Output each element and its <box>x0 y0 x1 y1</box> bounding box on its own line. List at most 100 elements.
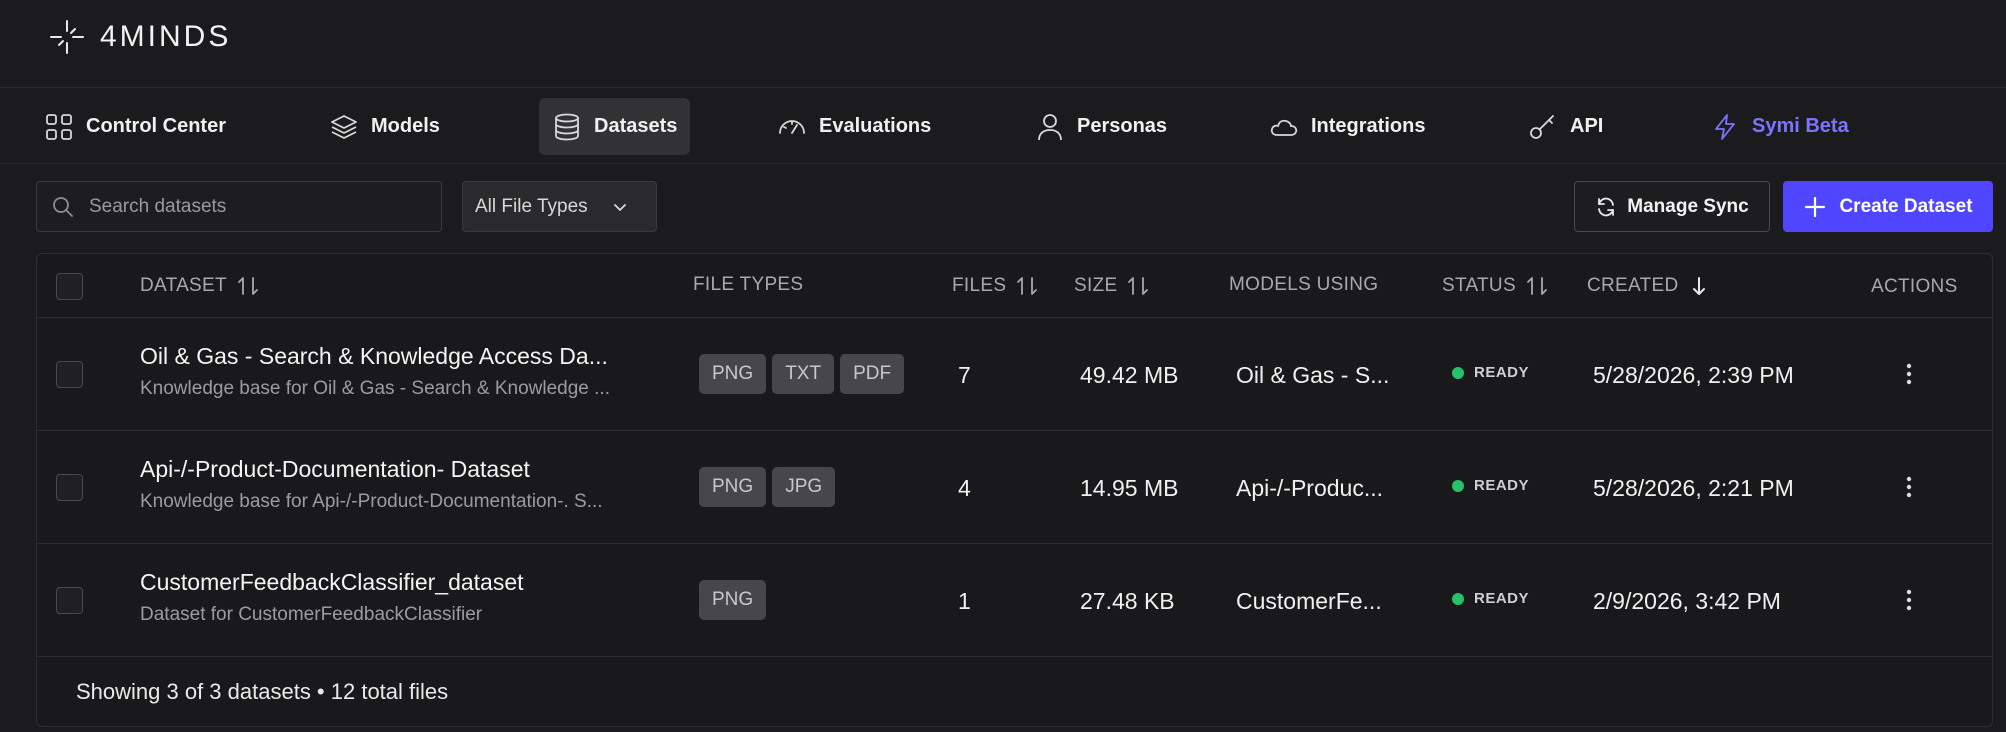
row-checkbox[interactable] <box>56 587 83 614</box>
file-type-tag: PNG <box>699 467 767 507</box>
dataset-name[interactable]: Oil & Gas - Search & Knowledge Access Da… <box>140 343 608 370</box>
nav-personas[interactable]: Personas <box>1022 98 1180 155</box>
header-label: MODELS USING <box>1229 274 1379 295</box>
nav-api[interactable]: API <box>1515 98 1616 155</box>
file-count: 1 <box>958 588 971 614</box>
sort-desc-icon <box>1693 277 1706 295</box>
layers-icon <box>331 114 357 139</box>
dataset-size: 27.48 KB <box>1080 588 1175 614</box>
file-type-filter[interactable]: All File Types <box>462 181 657 232</box>
status-text: READY <box>1474 590 1530 607</box>
file-type-tag: PNG <box>699 580 767 620</box>
logo[interactable]: 4MINDS <box>48 18 231 56</box>
dataset-name[interactable]: Api-/-Product-Documentation- Dataset <box>140 456 530 483</box>
table-footer-summary: Showing 3 of 3 datasets • 12 total files <box>76 679 449 704</box>
create-dataset-label: Create Dataset <box>1839 195 1973 217</box>
user-icon <box>1038 113 1062 140</box>
created-date: 5/28/2026, 2:39 PM <box>1593 362 1794 388</box>
header-label: FILE TYPES <box>693 274 804 295</box>
header-models-using: MODELS USING <box>1229 274 1378 296</box>
file-type-tag: TXT <box>772 354 835 394</box>
nav-label: Evaluations <box>819 115 932 137</box>
models-using: Oil & Gas - S... <box>1236 362 1390 388</box>
key-icon <box>1530 114 1554 139</box>
manage-sync-button[interactable]: Manage Sync <box>1574 181 1770 232</box>
file-count: 4 <box>958 475 971 501</box>
status-text: READY <box>1474 477 1530 494</box>
dataset-description: Dataset for CustomerFeedbackClassifier <box>140 604 483 625</box>
models-using: CustomerFe... <box>1236 588 1382 614</box>
table-row[interactable]: Oil & Gas - Search & Knowledge Access Da… <box>37 318 1992 431</box>
header-label: STATUS <box>1442 275 1516 296</box>
file-count: 7 <box>958 362 971 388</box>
more-vertical-icon[interactable] <box>1902 473 1916 501</box>
search-input[interactable] <box>89 195 409 218</box>
manage-sync-label: Manage Sync <box>1627 195 1749 217</box>
refresh-icon <box>1598 197 1615 216</box>
more-vertical-icon[interactable] <box>1902 586 1916 614</box>
top-bar: 4MINDS <box>0 0 2006 88</box>
header-actions: ACTIONS <box>1871 276 1958 298</box>
status-badge: READY <box>1452 364 1529 381</box>
search-icon <box>53 196 73 217</box>
search-box[interactable] <box>36 181 442 232</box>
header-label: CREATED <box>1587 275 1679 296</box>
nav-label: Control Center <box>86 115 226 137</box>
header-files[interactable]: FILES <box>952 274 1040 298</box>
header-file-types: FILE TYPES <box>693 274 803 296</box>
table-header: DATASET FILE TYPES FILES SIZE MODELS USI… <box>37 254 1992 318</box>
header-created[interactable]: CREATED <box>1587 274 1712 298</box>
row-checkbox[interactable] <box>56 474 83 501</box>
created-date: 5/28/2026, 2:21 PM <box>1593 475 1794 501</box>
created-date: 2/9/2026, 3:42 PM <box>1593 588 1781 614</box>
file-type-tags: PNG <box>699 580 767 620</box>
gauge-icon <box>779 119 805 134</box>
file-type-tags: PNG TXT PDF <box>699 354 905 394</box>
database-icon <box>555 113 579 140</box>
status-badge: READY <box>1452 477 1529 494</box>
nav-evaluations[interactable]: Evaluations <box>764 98 944 155</box>
nav-label: Models <box>371 115 440 137</box>
status-dot <box>1452 479 1464 492</box>
table-row[interactable]: CustomerFeedbackClassifier_dataset Datas… <box>37 544 1992 657</box>
dataset-description: Knowledge base for Oil & Gas - Search & … <box>140 378 610 399</box>
dataset-size: 49.42 MB <box>1080 362 1179 388</box>
dataset-name[interactable]: CustomerFeedbackClassifier_dataset <box>140 569 524 596</box>
dataset-description: Knowledge base for Api-/-Product-Documen… <box>140 491 603 512</box>
row-checkbox[interactable] <box>56 361 83 388</box>
nav-label: API <box>1570 115 1604 137</box>
grid-icon <box>46 113 72 140</box>
plus-icon <box>1805 196 1826 217</box>
header-label: ACTIONS <box>1871 276 1958 297</box>
datasets-table: DATASET FILE TYPES FILES SIZE MODELS USI… <box>36 253 1993 727</box>
brand-name: 4MINDS <box>100 20 232 53</box>
nav-integrations[interactable]: Integrations <box>1256 98 1438 155</box>
sort-icon <box>1128 277 1149 295</box>
sort-icon <box>1527 277 1547 295</box>
models-using: Api-/-Produc... <box>1236 475 1383 501</box>
header-size[interactable]: SIZE <box>1074 274 1151 298</box>
nav-control-center[interactable]: Control Center <box>31 98 239 155</box>
status-dot <box>1452 366 1464 379</box>
nav-datasets[interactable]: Datasets <box>539 98 691 155</box>
file-type-tag: JPG <box>772 467 836 507</box>
nav-symi-beta[interactable]: Symi Beta <box>1697 98 1862 155</box>
status-dot <box>1452 592 1464 605</box>
sort-icon <box>238 277 258 295</box>
create-dataset-button[interactable]: Create Dataset <box>1783 181 1993 232</box>
main-nav: Control Center Models Datasets Evaluatio… <box>0 89 2006 164</box>
nav-label: Datasets <box>594 115 678 137</box>
nav-models[interactable]: Models <box>316 98 453 155</box>
table-row[interactable]: Api-/-Product-Documentation- Dataset Kno… <box>37 431 1992 544</box>
sparkle-logo-icon <box>50 20 84 54</box>
nav-label: Symi Beta <box>1752 115 1849 137</box>
select-all-checkbox[interactable] <box>56 273 83 300</box>
header-status[interactable]: STATUS <box>1442 274 1550 298</box>
header-label: SIZE <box>1074 275 1118 296</box>
file-type-tag: PNG <box>699 354 767 394</box>
header-dataset[interactable]: DATASET <box>140 274 261 298</box>
filter-value: All File Types <box>475 195 588 217</box>
more-vertical-icon[interactable] <box>1902 360 1916 388</box>
header-label: FILES <box>952 275 1007 296</box>
status-badge: READY <box>1452 590 1529 607</box>
